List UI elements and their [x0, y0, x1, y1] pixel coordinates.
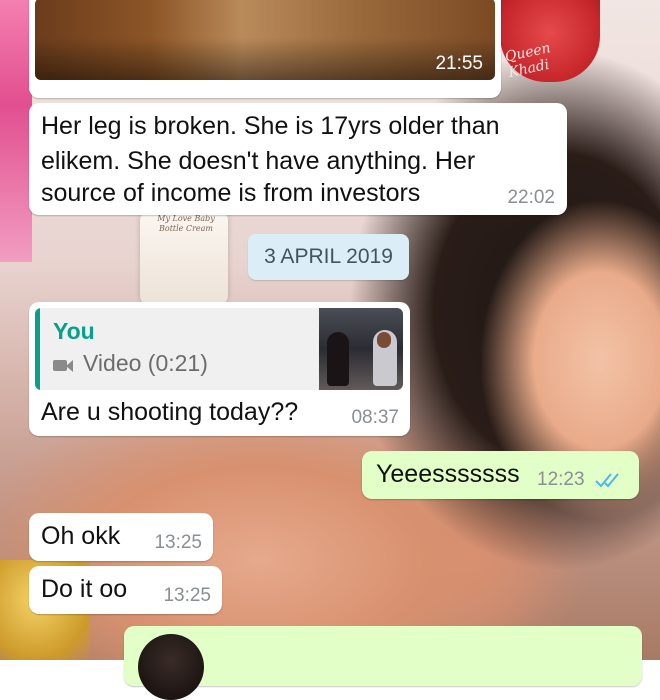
- message-text: Oh okk: [41, 522, 121, 550]
- quoted-video-thumbnail: [319, 308, 403, 390]
- quoted-sender: You: [53, 318, 95, 344]
- message-time: 21:55: [435, 53, 483, 74]
- double-check-icon: [595, 473, 619, 488]
- outgoing-message[interactable]: Yeeesssssss 12:23: [362, 451, 639, 499]
- message-time: 13:25: [163, 585, 211, 606]
- shared-contact-avatar[interactable]: [138, 634, 204, 700]
- wallpaper-product-box: [0, 0, 32, 262]
- message-time: 22:02: [507, 187, 555, 208]
- media-message[interactable]: 21:55: [29, 0, 501, 98]
- wallpaper-product-label: My Love Baby Bottle Cream: [157, 214, 215, 233]
- message-text: Do it oo: [41, 575, 128, 603]
- message-text-line: Her leg is broken. She is 17yrs older th…: [41, 112, 500, 140]
- message-time: 08:37: [351, 407, 399, 428]
- incoming-message[interactable]: Oh okk 13:25: [29, 513, 213, 561]
- incoming-message[interactable]: Her leg is broken. She is 17yrs older th…: [29, 103, 567, 215]
- quoted-message[interactable]: You Video (0:21): [35, 308, 403, 390]
- quote-accent-bar: [35, 308, 40, 390]
- outgoing-message-partial[interactable]: [124, 626, 642, 700]
- message-text: Are u shooting today??: [41, 398, 299, 426]
- media-thumbnail-shade: [35, 38, 495, 80]
- quoted-media-label: Video (0:21): [83, 350, 208, 376]
- message-text: Yeeesssssss: [376, 460, 520, 488]
- incoming-message[interactable]: Do it oo 13:25: [29, 566, 222, 614]
- message-time: 12:23: [537, 469, 585, 490]
- date-divider: 3 APRIL 2019: [248, 234, 409, 280]
- message-text-line: source of income is from investors: [41, 179, 421, 207]
- incoming-reply-message[interactable]: You Video (0:21) Are u shooting today?? …: [29, 302, 410, 436]
- message-time: 13:25: [154, 532, 202, 553]
- message-text-line: elikem. She doesn't have anything. Her: [41, 147, 476, 175]
